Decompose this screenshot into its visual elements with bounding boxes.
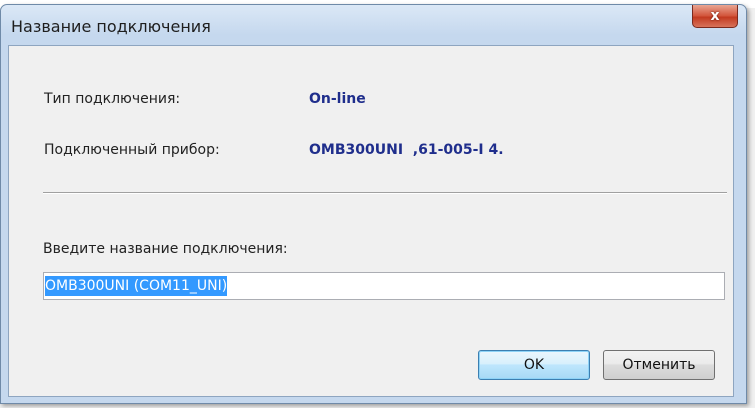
dialog-title: Название подключения bbox=[11, 17, 211, 36]
connected-device-label: Подключенный прибор: bbox=[44, 142, 220, 158]
connection-type-value: On-line bbox=[309, 91, 366, 107]
connection-type-label: Тип подключения: bbox=[44, 91, 181, 107]
cancel-button[interactable]: Отменить bbox=[603, 350, 715, 380]
ok-button[interactable]: OK bbox=[478, 350, 590, 380]
connection-name-label: Введите название подключения: bbox=[43, 241, 288, 257]
close-button[interactable]: x bbox=[692, 5, 738, 28]
connection-name-dialog: Название подключения x Тип подключения: … bbox=[0, 4, 747, 404]
connection-name-input[interactable]: OMB300UNI (COM11_UNI) bbox=[43, 272, 725, 300]
close-icon: x bbox=[710, 8, 720, 24]
separator bbox=[43, 192, 727, 194]
title-bar[interactable]: Название подключения x bbox=[1, 5, 746, 41]
connected-device-value: OMB300UNI ,61-005-I 4. bbox=[309, 142, 504, 158]
connection-name-selected-text: OMB300UNI (COM11_UNI) bbox=[45, 276, 228, 296]
dialog-body: Тип подключения: On-line Подключенный пр… bbox=[8, 45, 734, 397]
